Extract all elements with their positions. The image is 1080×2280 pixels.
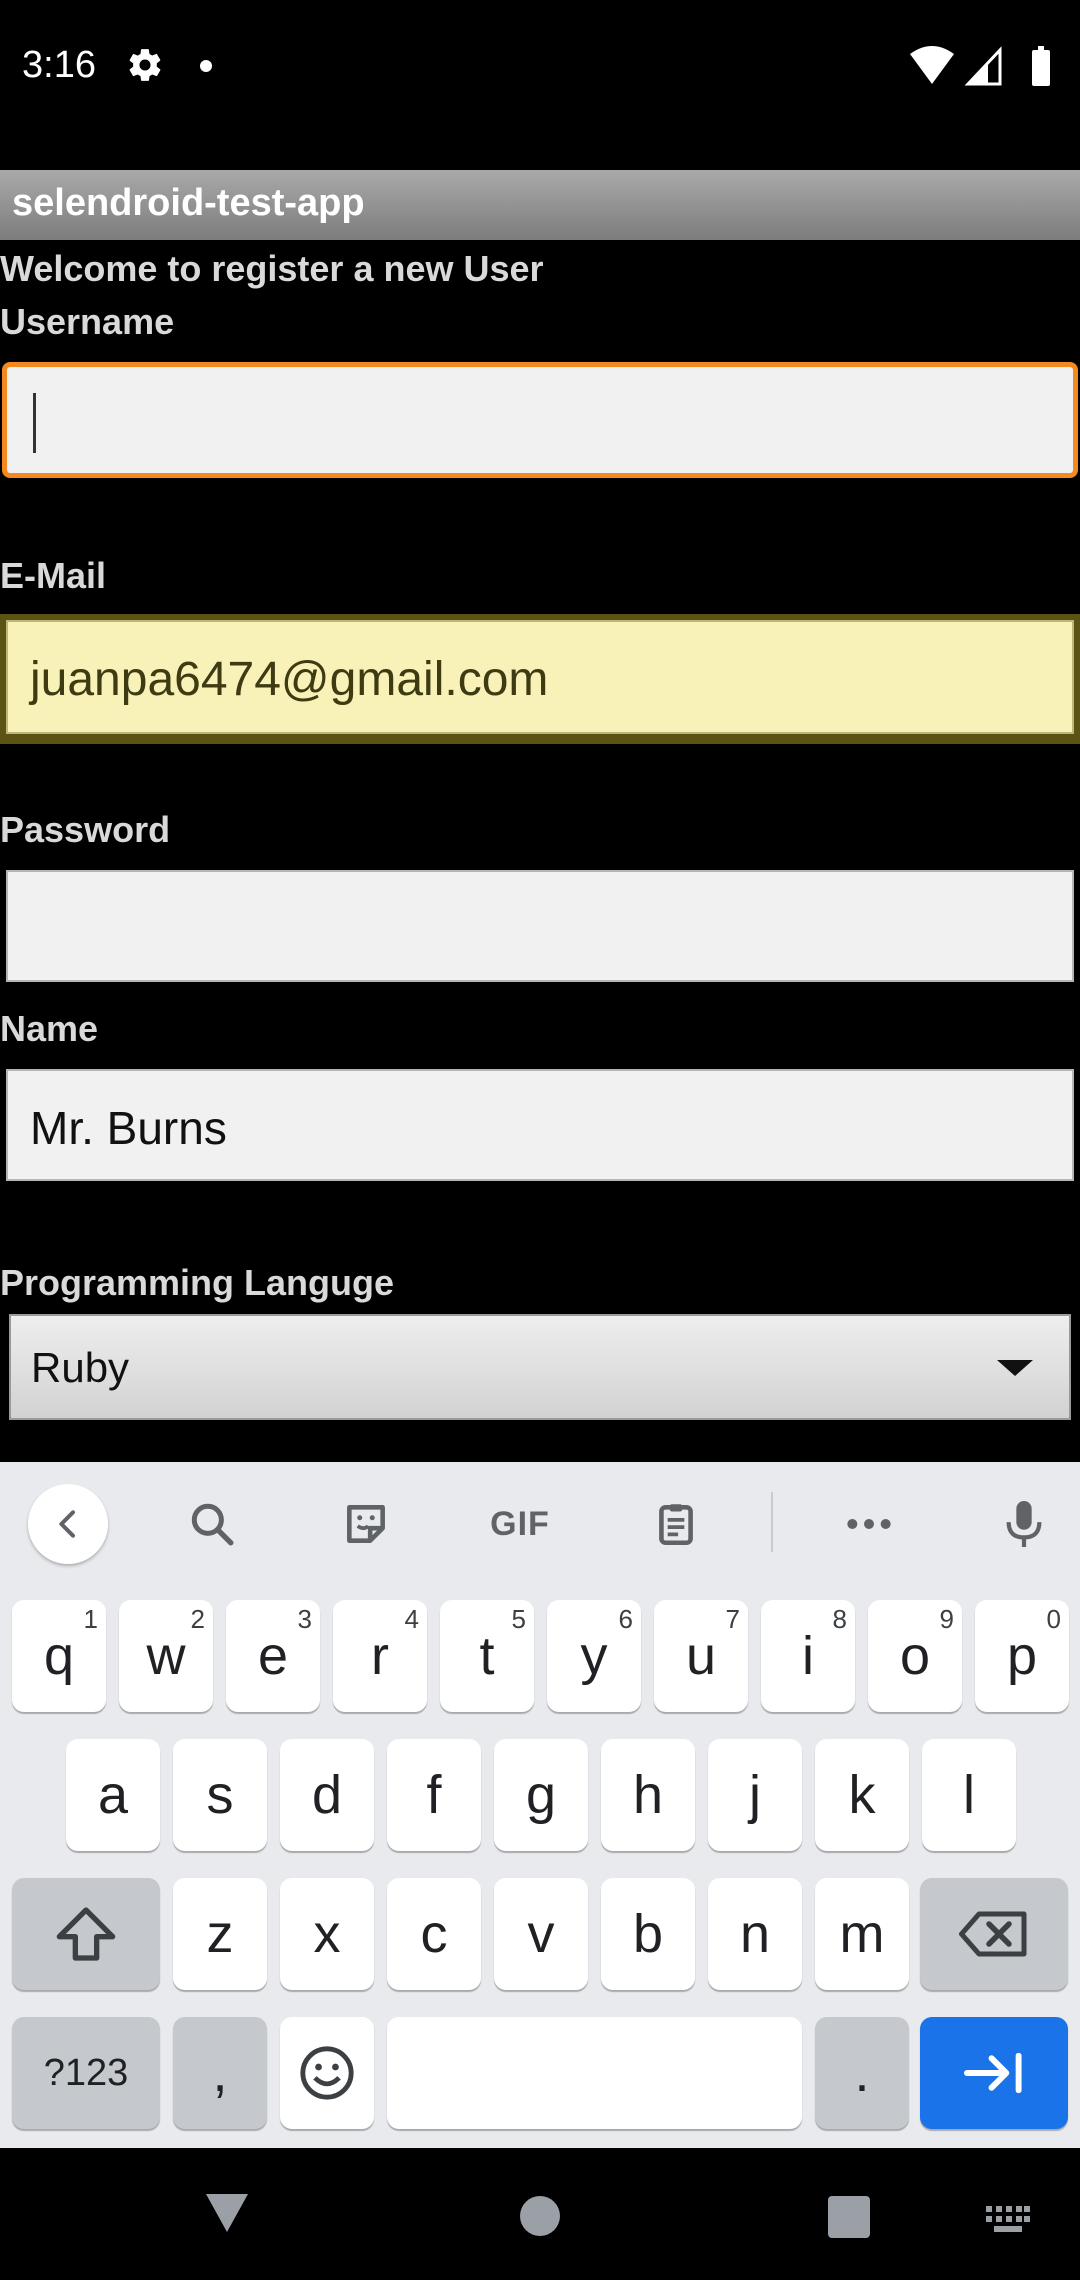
email-input[interactable]: juanpa6474@gmail.com [6, 620, 1074, 734]
email-value: juanpa6474@gmail.com [30, 653, 549, 706]
key-c[interactable]: c [387, 1878, 481, 1990]
home-circle-icon[interactable] [518, 2194, 562, 2238]
keyboard-toolbar: GIF [0, 1462, 1080, 1582]
email-label: E-Mail [0, 555, 107, 596]
key-m[interactable]: m [815, 1878, 909, 1990]
gif-label: GIF [490, 1504, 550, 1543]
back-triangle-icon[interactable] [202, 2190, 252, 2236]
password-label: Password [0, 809, 171, 850]
shift-key[interactable] [12, 1878, 160, 1990]
key-k[interactable]: k [815, 1739, 909, 1851]
language-value: Ruby [31, 1344, 130, 1391]
key-a[interactable]: a [66, 1739, 160, 1851]
gear-icon [129, 49, 161, 81]
status-bar: 3:16 [0, 0, 1080, 132]
key-g[interactable]: g [494, 1739, 588, 1851]
key-p[interactable]: p0 [975, 1600, 1069, 1712]
key-o[interactable]: o9 [868, 1600, 962, 1712]
emoji-key[interactable] [280, 2017, 374, 2129]
name-input[interactable]: Mr. Burns [6, 1069, 1074, 1181]
emoji-icon [300, 2046, 354, 2100]
username-input[interactable] [2, 362, 1078, 478]
sticker-icon[interactable] [326, 1484, 406, 1564]
keyboard-switch-icon[interactable] [986, 2206, 1030, 2234]
app-title: selendroid-test-app [12, 182, 365, 224]
password-input[interactable] [6, 870, 1074, 982]
key-t[interactable]: t5 [440, 1600, 534, 1712]
key-w[interactable]: w2 [119, 1600, 213, 1712]
key-x[interactable]: x [280, 1878, 374, 1990]
back-icon[interactable] [28, 1484, 108, 1564]
more-icon[interactable] [829, 1484, 909, 1564]
key-i[interactable]: i8 [761, 1600, 855, 1712]
backspace-icon [959, 1911, 1027, 1957]
language-label: Programming Languge [0, 1262, 395, 1303]
key-e[interactable]: e3 [226, 1600, 320, 1712]
system-icons [910, 46, 1050, 86]
key-d[interactable]: d [280, 1739, 374, 1851]
battery-icon [1032, 46, 1050, 86]
app-bar: selendroid-test-app [0, 170, 1080, 240]
space-key[interactable] [387, 2017, 802, 2129]
clipboard-icon[interactable] [636, 1484, 716, 1564]
key-l[interactable]: l [922, 1739, 1016, 1851]
notification-dot-icon [200, 60, 212, 72]
key-u[interactable]: u7 [654, 1600, 748, 1712]
key-s[interactable]: s [173, 1739, 267, 1851]
key-v[interactable]: v [494, 1878, 588, 1990]
status-time: 3:16 [22, 44, 96, 86]
tab-next-icon [963, 2053, 1022, 2093]
username-label: Username [0, 301, 175, 342]
key-j[interactable]: j [708, 1739, 802, 1851]
signal-icon [964, 46, 1002, 86]
backspace-key[interactable] [920, 1878, 1068, 1990]
recents-square-icon[interactable] [828, 2196, 870, 2238]
key-f[interactable]: f [387, 1739, 481, 1851]
key-b[interactable]: b [601, 1878, 695, 1990]
key-h[interactable]: h [601, 1739, 695, 1851]
dropdown-arrow-icon [997, 1360, 1033, 1376]
toolbar-separator [771, 1492, 773, 1552]
name-value: Mr. Burns [30, 1102, 227, 1154]
key-z[interactable]: z [173, 1878, 267, 1990]
email-field-highlight: juanpa6474@gmail.com [0, 614, 1080, 744]
gif-button[interactable]: GIF [478, 1484, 562, 1564]
key-q[interactable]: q1 [12, 1600, 106, 1712]
key-n[interactable]: n [708, 1878, 802, 1990]
comma-key[interactable]: , [173, 2017, 267, 2129]
key-r[interactable]: r4 [333, 1600, 427, 1712]
name-label: Name [0, 1008, 99, 1049]
text-caret [33, 393, 36, 453]
navigation-bar [0, 2148, 1080, 2280]
shift-icon [56, 1907, 116, 1961]
symbols-key[interactable]: ?123 [12, 2017, 160, 2129]
wifi-icon [910, 46, 954, 84]
key-y[interactable]: y6 [547, 1600, 641, 1712]
next-action-key[interactable] [920, 2017, 1068, 2129]
language-spinner[interactable]: Ruby [9, 1314, 1071, 1420]
welcome-text: Welcome to register a new User [0, 248, 544, 289]
mic-icon[interactable] [984, 1484, 1064, 1564]
soft-keyboard: GIF q1 w2 e3 r4 t5 y6 u7 i8 o9 p0 a s d … [0, 1462, 1080, 2148]
search-icon[interactable] [172, 1484, 252, 1564]
period-key[interactable]: . [815, 2017, 909, 2129]
